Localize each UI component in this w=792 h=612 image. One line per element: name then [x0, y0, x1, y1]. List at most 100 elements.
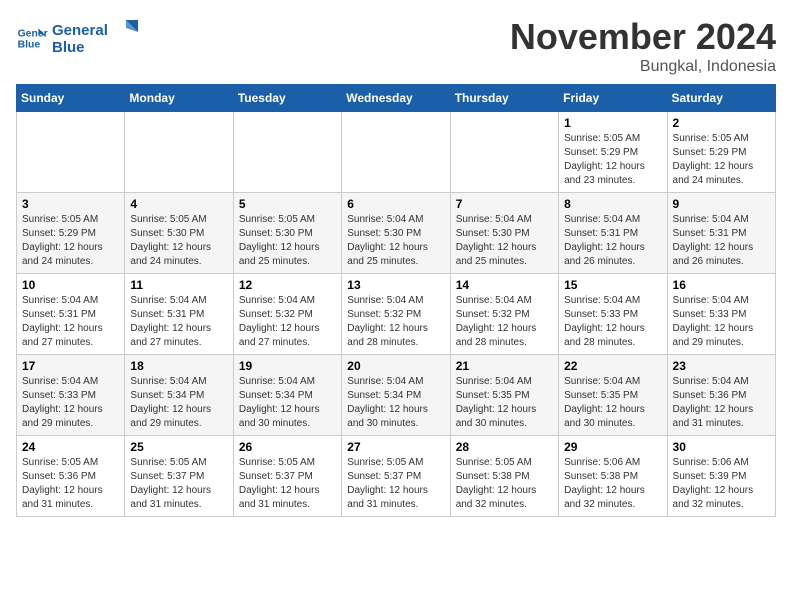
calendar-cell: 18Sunrise: 5:04 AMSunset: 5:34 PMDayligh…	[125, 355, 233, 436]
calendar-header-row: SundayMondayTuesdayWednesdayThursdayFrid…	[17, 85, 776, 112]
day-info-line: Sunset: 5:31 PM	[130, 308, 227, 322]
calendar-week-row: 24 Sunrise: 5:05 AM Sunset: 5:36 PM Dayligh…	[17, 436, 776, 517]
day-info-line: Sunset: 5:39 PM	[673, 470, 770, 484]
calendar-cell: 22Sunrise: 5:04 AMSunset: 5:35 PMDayligh…	[559, 355, 667, 436]
day-info-line: Sunrise: 5:05 AM	[130, 456, 227, 470]
day-info-line: Sunrise: 5:05 AM	[130, 213, 227, 227]
day-info-line: Sunset: 5:35 PM	[456, 389, 553, 403]
calendar-cell	[125, 112, 233, 193]
calendar-week-row: 1Sunrise: 5:05 AMSunset: 5:29 PMDaylight…	[17, 112, 776, 193]
calendar-cell: 28 Sunrise: 5:05 AMSunset: 5:38 PMDayligh…	[450, 436, 558, 517]
day-info-line: Sunrise: 5:05 AM	[564, 132, 661, 146]
calendar-week-row: 3Sunrise: 5:05 AMSunset: 5:29 PMDaylight…	[17, 193, 776, 274]
day-number: 4	[130, 197, 227, 211]
logo-full: General Blue	[52, 16, 142, 60]
logo-icon: General Blue	[16, 22, 48, 54]
day-number: 27	[347, 440, 444, 454]
day-number: 1	[564, 116, 661, 130]
day-info-line: Sunrise: 5:04 AM	[347, 213, 444, 227]
day-info-line: Daylight: 12 hours and 25 minutes.	[239, 241, 336, 269]
day-info-line: Sunrise: 5:05 AM	[22, 213, 119, 227]
day-number: 15	[564, 278, 661, 292]
day-number: 23	[673, 359, 770, 373]
day-info-line: Sunset: 5:38 PM	[456, 470, 553, 484]
day-info-line: Sunrise: 5:04 AM	[673, 213, 770, 227]
day-info-line: Sunset: 5:29 PM	[673, 146, 770, 160]
day-number: 8	[564, 197, 661, 211]
day-info-line: Sunrise: 5:06 AM	[564, 456, 661, 470]
calendar-weekday-header: Saturday	[667, 85, 775, 112]
calendar-cell: 7Sunrise: 5:04 AMSunset: 5:30 PMDaylight…	[450, 193, 558, 274]
day-info-line: Sunrise: 5:05 AM	[673, 132, 770, 146]
day-info-line: Sunrise: 5:04 AM	[456, 213, 553, 227]
day-number: 26	[239, 440, 336, 454]
calendar-weekday-header: Thursday	[450, 85, 558, 112]
day-info-line: Sunset: 5:33 PM	[673, 308, 770, 322]
day-number: 19	[239, 359, 336, 373]
day-info-line: Daylight: 12 hours and 32 minutes.	[456, 484, 553, 512]
day-number: 14	[456, 278, 553, 292]
day-number: 20	[347, 359, 444, 373]
day-number: 18	[130, 359, 227, 373]
calendar-cell: 21Sunrise: 5:04 AMSunset: 5:35 PMDayligh…	[450, 355, 558, 436]
day-info-line: Sunrise: 5:04 AM	[22, 375, 119, 389]
day-info-line: Sunset: 5:33 PM	[564, 308, 661, 322]
day-number: 30	[673, 440, 770, 454]
calendar-cell: 15Sunrise: 5:04 AMSunset: 5:33 PMDayligh…	[559, 274, 667, 355]
calendar-cell: 1Sunrise: 5:05 AMSunset: 5:29 PMDaylight…	[559, 112, 667, 193]
calendar-cell: 23Sunrise: 5:04 AMSunset: 5:36 PMDayligh…	[667, 355, 775, 436]
calendar-cell: 11Sunrise: 5:04 AMSunset: 5:31 PMDayligh…	[125, 274, 233, 355]
day-info-line: Daylight: 12 hours and 31 minutes.	[673, 403, 770, 431]
calendar-cell: 30Sunrise: 5:06 AMSunset: 5:39 PMDayligh…	[667, 436, 775, 517]
calendar-table: SundayMondayTuesdayWednesdayThursdayFrid…	[16, 84, 776, 517]
calendar-cell: 8Sunrise: 5:04 AMSunset: 5:31 PMDaylight…	[559, 193, 667, 274]
day-info-line: Sunset: 5:29 PM	[564, 146, 661, 160]
day-info-line: Daylight: 12 hours and 32 minutes.	[564, 484, 661, 512]
day-info-line: Sunset: 5:30 PM	[456, 227, 553, 241]
day-info-line: Sunrise: 5:04 AM	[564, 294, 661, 308]
day-info-line: Daylight: 12 hours and 28 minutes.	[347, 322, 444, 350]
day-info-line: Sunrise: 5:04 AM	[673, 294, 770, 308]
day-info-line: Sunset: 5:34 PM	[239, 389, 336, 403]
day-info-line: Sunrise: 5:04 AM	[130, 294, 227, 308]
calendar-cell: 3Sunrise: 5:05 AMSunset: 5:29 PMDaylight…	[17, 193, 125, 274]
day-info-line: Sunrise: 5:04 AM	[347, 375, 444, 389]
day-info-line: Daylight: 12 hours and 26 minutes.	[564, 241, 661, 269]
day-info-line: Daylight: 12 hours and 24 minutes.	[130, 241, 227, 269]
day-number: 28	[456, 440, 553, 454]
day-info-line: Sunset: 5:37 PM	[130, 470, 227, 484]
day-info-line: Daylight: 12 hours and 30 minutes.	[347, 403, 444, 431]
calendar-cell: 19Sunrise: 5:04 AMSunset: 5:34 PMDayligh…	[233, 355, 341, 436]
day-info-line: Sunrise: 5:05 AM	[456, 456, 553, 470]
day-number: 16	[673, 278, 770, 292]
day-info-line: Sunset: 5:37 PM	[347, 470, 444, 484]
day-info-line: Daylight: 12 hours and 32 minutes.	[673, 484, 770, 512]
day-info-line: Daylight: 12 hours and 31 minutes.	[130, 484, 227, 512]
calendar-cell: 5Sunrise: 5:05 AMSunset: 5:30 PMDaylight…	[233, 193, 341, 274]
day-info-line: Daylight: 12 hours and 31 minutes.	[347, 484, 444, 512]
day-info-line: Sunset: 5:31 PM	[22, 308, 119, 322]
day-info-line: Sunrise: 5:05 AM	[239, 456, 336, 470]
day-info-line: Sunset: 5:36 PM	[22, 470, 119, 484]
calendar-cell: 27Sunrise: 5:05 AMSunset: 5:37 PMDayligh…	[342, 436, 450, 517]
day-info-line: Daylight: 12 hours and 29 minutes.	[130, 403, 227, 431]
calendar-cell: 4 Sunrise: 5:05 AMSunset: 5:30 PMDaylight…	[125, 193, 233, 274]
day-number: 2	[673, 116, 770, 130]
day-info-line: Sunset: 5:38 PM	[564, 470, 661, 484]
calendar-body: 1Sunrise: 5:05 AMSunset: 5:29 PMDaylight…	[17, 112, 776, 517]
day-number: 24	[22, 440, 119, 454]
day-info-line: Sunset: 5:34 PM	[130, 389, 227, 403]
day-info-line: Daylight: 12 hours and 29 minutes.	[22, 403, 119, 431]
day-number: 17	[22, 359, 119, 373]
day-info-line: Sunset: 5:36 PM	[673, 389, 770, 403]
calendar-cell: 20Sunrise: 5:04 AMSunset: 5:34 PMDayligh…	[342, 355, 450, 436]
day-info-line: Daylight: 12 hours and 30 minutes.	[239, 403, 336, 431]
day-number: 10	[22, 278, 119, 292]
day-info-line: Sunset: 5:31 PM	[673, 227, 770, 241]
svg-text:General: General	[52, 22, 108, 39]
calendar-cell: 16Sunrise: 5:04 AMSunset: 5:33 PMDayligh…	[667, 274, 775, 355]
day-info-line: Sunset: 5:33 PM	[22, 389, 119, 403]
calendar-cell: 10Sunrise: 5:04 AMSunset: 5:31 PMDayligh…	[17, 274, 125, 355]
day-info-line: Sunset: 5:30 PM	[130, 227, 227, 241]
day-number: 29	[564, 440, 661, 454]
